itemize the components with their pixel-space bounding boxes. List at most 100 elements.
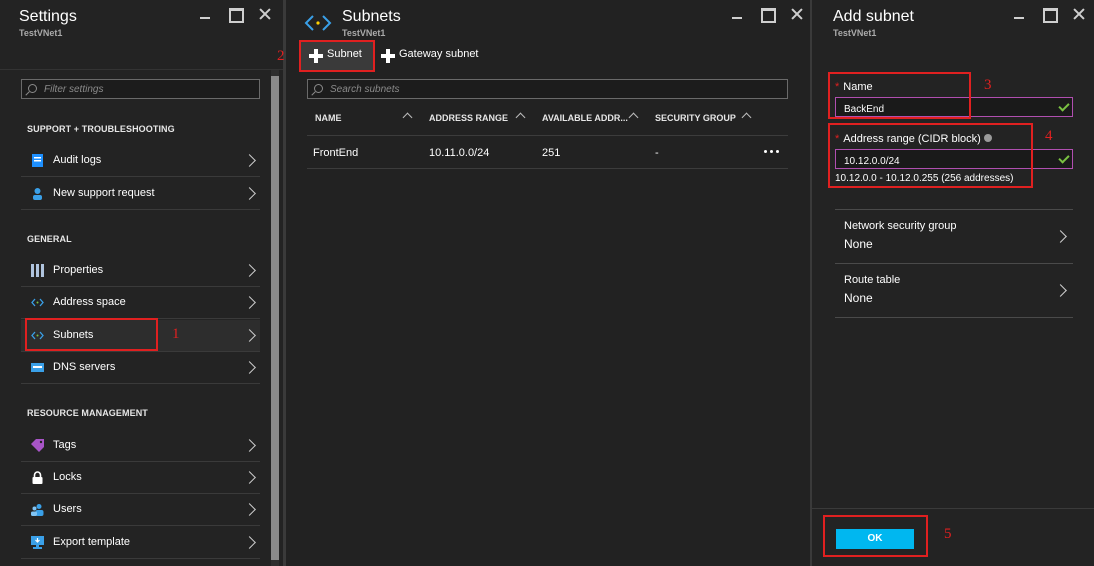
chevron-right-icon bbox=[243, 296, 256, 309]
route-table-label: Route table bbox=[844, 274, 901, 286]
chevron-right-icon bbox=[243, 264, 256, 277]
section-heading-general: GENERAL bbox=[27, 234, 72, 244]
callout-box-name bbox=[828, 72, 971, 119]
tag-icon bbox=[31, 439, 44, 452]
add-gateway-subnet-button[interactable]: Gateway subnet bbox=[373, 42, 479, 70]
export-template-icon bbox=[31, 536, 44, 549]
search-icon bbox=[28, 84, 37, 93]
cell-name: FrontEnd bbox=[313, 147, 359, 159]
menu-item-dns-servers[interactable]: DNS servers bbox=[21, 352, 260, 384]
lock-icon bbox=[32, 471, 43, 484]
route-table-value: None bbox=[844, 291, 873, 305]
subnets-title: Subnets bbox=[342, 8, 401, 25]
chevron-right-icon bbox=[243, 187, 256, 200]
properties-bars-icon bbox=[31, 264, 44, 277]
table-row-divider bbox=[307, 168, 788, 169]
menu-item-address-space[interactable]: Address space bbox=[21, 287, 260, 319]
dns-servers-icon bbox=[31, 363, 44, 372]
settings-title: Settings bbox=[19, 8, 77, 25]
nsg-value: None bbox=[844, 237, 873, 251]
chevron-right-icon bbox=[243, 154, 256, 167]
audit-log-icon bbox=[32, 154, 43, 167]
callout-box-ok bbox=[823, 515, 928, 557]
add-subnet-title: Add subnet bbox=[833, 8, 914, 25]
cell-address-range: 10.11.0.0/24 bbox=[429, 147, 490, 159]
settings-header: Settings TestVNet1 bbox=[0, 0, 283, 70]
chevron-right-icon bbox=[1054, 230, 1067, 243]
cell-security-group: - bbox=[655, 147, 659, 159]
scrollbar-thumb[interactable] bbox=[271, 76, 279, 560]
search-subnets-input[interactable]: Search subnets bbox=[307, 79, 788, 99]
callout-number-3: 3 bbox=[984, 77, 992, 93]
menu-item-label: DNS servers bbox=[53, 361, 116, 373]
table-header-divider bbox=[307, 135, 788, 136]
minimize-icon[interactable] bbox=[198, 7, 212, 21]
minimize-icon[interactable] bbox=[1012, 7, 1026, 21]
callout-box-address-range bbox=[828, 123, 1033, 188]
search-icon bbox=[314, 84, 323, 93]
chevron-right-icon bbox=[243, 536, 256, 549]
cell-available: 251 bbox=[542, 147, 561, 159]
menu-item-label: Locks bbox=[53, 471, 82, 483]
menu-item-new-support-request[interactable]: New support request bbox=[21, 178, 260, 210]
add-gateway-subnet-label: Gateway subnet bbox=[399, 48, 479, 60]
column-header-available-addresses[interactable]: AVAILABLE ADDR... bbox=[542, 113, 628, 123]
column-header-address-range[interactable]: ADDRESS RANGE bbox=[429, 113, 508, 123]
menu-item-export-template[interactable]: Export template bbox=[21, 527, 260, 559]
close-icon[interactable] bbox=[1072, 7, 1086, 21]
more-options-icon[interactable] bbox=[764, 150, 779, 153]
nsg-label: Network security group bbox=[844, 220, 957, 232]
support-person-icon bbox=[33, 188, 42, 200]
callout-number-4: 4 bbox=[1045, 128, 1053, 144]
search-placeholder: Search subnets bbox=[330, 84, 400, 95]
settings-window-controls bbox=[198, 6, 272, 23]
subnets-window-controls bbox=[730, 6, 804, 23]
menu-item-locks[interactable]: Locks bbox=[21, 462, 260, 494]
menu-item-audit-logs[interactable]: Audit logs bbox=[21, 145, 260, 177]
chevron-right-icon bbox=[243, 329, 256, 342]
subnets-icon bbox=[304, 15, 332, 31]
settings-subtitle: TestVNet1 bbox=[19, 28, 63, 38]
chevron-right-icon bbox=[243, 503, 256, 516]
users-icon bbox=[31, 504, 44, 516]
callout-number-1: 1 bbox=[172, 326, 180, 342]
settings-scrollbar[interactable] bbox=[271, 70, 279, 566]
menu-item-label: Users bbox=[53, 503, 82, 515]
section-heading-resource-management: RESOURCE MANAGEMENT bbox=[27, 408, 148, 418]
route-table-selector[interactable]: Route table None bbox=[835, 263, 1073, 318]
subnets-header: Subnets TestVNet1 bbox=[286, 0, 810, 40]
close-icon[interactable] bbox=[258, 7, 272, 21]
menu-item-users[interactable]: Users bbox=[21, 494, 260, 526]
close-icon[interactable] bbox=[790, 7, 804, 21]
minimize-icon[interactable] bbox=[730, 7, 744, 21]
address-space-icon bbox=[31, 298, 44, 307]
column-header-name[interactable]: NAME bbox=[315, 113, 342, 123]
menu-item-label: Export template bbox=[53, 536, 131, 548]
chevron-right-icon bbox=[243, 471, 256, 484]
menu-item-tags[interactable]: Tags bbox=[21, 430, 260, 462]
plus-icon bbox=[381, 49, 395, 63]
menu-item-label: New support request bbox=[53, 187, 155, 199]
callout-number-2: 2 bbox=[277, 48, 285, 64]
add-subnet-header: Add subnet TestVNet1 bbox=[812, 0, 1094, 40]
add-subnet-window-controls bbox=[1012, 6, 1086, 23]
network-security-group-selector[interactable]: Network security group None bbox=[835, 209, 1073, 263]
chevron-right-icon bbox=[1054, 284, 1067, 297]
filter-settings-input[interactable]: Filter settings bbox=[21, 79, 260, 99]
maximize-icon[interactable] bbox=[228, 7, 244, 23]
maximize-icon[interactable] bbox=[760, 7, 776, 23]
menu-item-label: Audit logs bbox=[53, 154, 102, 166]
callout-box-subnets bbox=[25, 318, 158, 351]
menu-item-label: Properties bbox=[53, 264, 104, 276]
add-subnet-subtitle: TestVNet1 bbox=[833, 28, 877, 38]
footer-divider bbox=[812, 508, 1094, 509]
column-header-security-group[interactable]: SECURITY GROUP bbox=[655, 113, 736, 123]
subnets-subtitle: TestVNet1 bbox=[342, 28, 386, 38]
chevron-right-icon bbox=[243, 361, 256, 374]
callout-box-add-subnet bbox=[299, 40, 375, 72]
chevron-right-icon bbox=[243, 439, 256, 452]
menu-item-properties[interactable]: Properties bbox=[21, 255, 260, 287]
menu-item-label: Tags bbox=[53, 439, 77, 451]
maximize-icon[interactable] bbox=[1042, 7, 1058, 23]
callout-number-5: 5 bbox=[944, 526, 952, 542]
